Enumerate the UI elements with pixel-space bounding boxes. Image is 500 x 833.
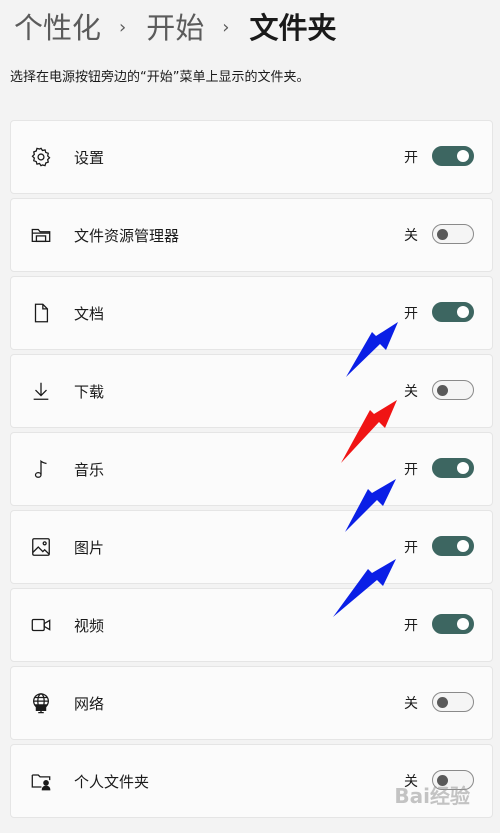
folder-label: 个人文件夹 xyxy=(74,772,150,791)
toggle-knob xyxy=(457,618,469,630)
music-toggle[interactable] xyxy=(432,458,474,478)
picture-icon xyxy=(30,536,52,558)
toggle-state-text: 关 xyxy=(404,696,418,712)
download-icon xyxy=(30,380,52,402)
downloads-toggle[interactable] xyxy=(432,380,474,400)
breadcrumb-start[interactable]: 开始 xyxy=(146,8,204,48)
folder-label: 视频 xyxy=(74,616,105,635)
toggle-knob xyxy=(457,540,469,552)
folder-list: 设置 开 文件资源管理器 关 文档 开 下载 关 音乐 开 图片 开 视频 开 … xyxy=(10,120,493,822)
folder-row-documents: 文档 开 xyxy=(10,276,493,350)
chevron-right-icon: › xyxy=(222,17,230,38)
toggle-state-text: 关 xyxy=(404,228,418,244)
folder-row-settings: 设置 开 xyxy=(10,120,493,194)
breadcrumb: 个性化 › 开始 › 文件夹 xyxy=(14,8,336,48)
music-note-icon xyxy=(30,458,52,480)
network-globe-icon xyxy=(30,692,52,714)
breadcrumb-personalization[interactable]: 个性化 xyxy=(14,8,101,48)
folder-label: 网络 xyxy=(74,694,105,713)
page-description: 选择在电源按钮旁边的“开始”菜单上显示的文件夹。 xyxy=(10,70,310,85)
toggle-knob xyxy=(457,462,469,474)
toggle-knob xyxy=(437,696,448,708)
document-icon xyxy=(30,302,52,324)
folder-label: 设置 xyxy=(74,148,105,167)
folder-label: 音乐 xyxy=(74,460,105,479)
folder-row-videos: 视频 开 xyxy=(10,588,493,662)
folder-label: 文档 xyxy=(74,304,105,323)
toggle-knob xyxy=(457,150,469,162)
toggle-state-text: 开 xyxy=(404,540,418,556)
documents-toggle[interactable] xyxy=(432,302,474,322)
gear-icon xyxy=(30,146,52,168)
folder-label: 图片 xyxy=(74,538,105,557)
folder-label: 下载 xyxy=(74,382,105,401)
watermark-logo: Bai经验 xyxy=(394,784,470,808)
file-explorer-toggle[interactable] xyxy=(432,224,474,244)
toggle-state-text: 开 xyxy=(404,462,418,478)
toggle-state-text: 开 xyxy=(404,150,418,166)
folder-row-file-explorer: 文件资源管理器 关 xyxy=(10,198,493,272)
folder-row-network: 网络 关 xyxy=(10,666,493,740)
toggle-state-text: 关 xyxy=(404,384,418,400)
toggle-knob xyxy=(437,228,448,240)
toggle-knob xyxy=(437,384,448,396)
settings-toggle[interactable] xyxy=(432,146,474,166)
page-title: 文件夹 xyxy=(249,11,337,45)
personal-folder-icon xyxy=(30,770,52,792)
pictures-toggle[interactable] xyxy=(432,536,474,556)
video-camera-icon xyxy=(30,614,52,636)
folder-row-pictures: 图片 开 xyxy=(10,510,493,584)
folder-row-downloads: 下载 关 xyxy=(10,354,493,428)
folder-row-music: 音乐 开 xyxy=(10,432,493,506)
chevron-right-icon: › xyxy=(119,17,127,38)
toggle-knob xyxy=(457,306,469,318)
videos-toggle[interactable] xyxy=(432,614,474,634)
folder-icon xyxy=(30,224,52,246)
toggle-state-text: 开 xyxy=(404,306,418,322)
network-toggle[interactable] xyxy=(432,692,474,712)
folder-label: 文件资源管理器 xyxy=(74,226,180,245)
toggle-state-text: 开 xyxy=(404,618,418,634)
